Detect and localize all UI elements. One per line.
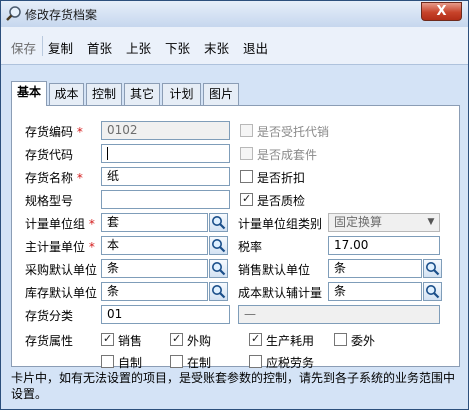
inventory-edit-window: 修改存货档案 X 保存 复制 首张 上张 下张 末张 退出 基本 成本 控制 其… xyxy=(0,0,469,410)
attr-service-checkbox[interactable] xyxy=(249,355,262,368)
inventory-class-label: 存货分类 xyxy=(25,309,74,323)
inventory-code-label: 存货编码 * xyxy=(25,125,83,139)
inventory-name-label: 存货名称 * xyxy=(25,171,83,185)
purchase-uom-field[interactable]: 条 xyxy=(101,259,208,278)
class-name-field: — xyxy=(238,305,440,324)
consign-checkbox[interactable] xyxy=(240,124,253,137)
kit-label: 是否成套件 xyxy=(257,148,318,162)
uom-group-lookup-button[interactable] xyxy=(209,213,228,232)
first-button[interactable]: 首张 xyxy=(87,38,112,57)
attr-production-checkbox[interactable] xyxy=(249,332,262,346)
chevron-down-icon: ▼ xyxy=(427,217,435,227)
attr-self-made-label: 自制 xyxy=(118,356,143,370)
attr-outsource-checkbox[interactable] xyxy=(334,333,347,346)
search-icon xyxy=(212,216,226,230)
quality-label: 是否质检 xyxy=(257,194,306,208)
toolbar-divider xyxy=(42,36,43,56)
attr-purchase-checkbox[interactable] xyxy=(170,332,183,346)
attr-sale-checkbox[interactable] xyxy=(101,332,114,346)
search-icon xyxy=(212,239,226,253)
stock-uom-lookup-button[interactable] xyxy=(209,282,228,301)
uom-group-type-label: 计量单位组类别 xyxy=(238,217,323,231)
attr-in-process-label: 在制 xyxy=(187,356,212,370)
attr-production-label: 生产耗用 xyxy=(266,334,315,348)
cost-aux-uom-lookup-button[interactable] xyxy=(423,282,442,301)
kit-checkbox[interactable] xyxy=(240,147,253,160)
main-uom-lookup-button[interactable] xyxy=(209,236,228,255)
tab-other[interactable]: 其它 xyxy=(124,83,160,105)
uom-group-type-select[interactable]: 固定换算 ▼ xyxy=(328,213,440,232)
sales-uom-field[interactable]: 条 xyxy=(328,259,422,278)
title-bar[interactable]: 修改存货档案 X xyxy=(1,1,468,27)
attr-service-label: 应税劳务 xyxy=(266,356,315,370)
purchase-uom-lookup-button[interactable] xyxy=(209,259,228,278)
basic-tab-panel: 存货编码 * 存货代码 存货名称 * 规格型号 计量单位组 * 主计量单位 * … xyxy=(11,105,460,370)
exit-button[interactable]: 退出 xyxy=(243,38,268,57)
sales-uom-label: 销售默认单位 xyxy=(238,263,311,277)
discount-label: 是否折扣 xyxy=(257,171,306,185)
main-uom-field[interactable]: 本 xyxy=(101,236,208,255)
spec-model-field[interactable] xyxy=(101,190,230,209)
toolbar: 保存 复制 首张 上张 下张 末张 退出 xyxy=(1,27,468,65)
inventory-attr-label: 存货属性 xyxy=(25,334,74,348)
inventory-abbr-field[interactable] xyxy=(101,144,230,163)
prev-button[interactable]: 上张 xyxy=(126,38,151,57)
close-button[interactable]: X xyxy=(421,2,462,21)
quality-checkbox[interactable] xyxy=(240,192,253,206)
attr-purchase-label: 外购 xyxy=(187,334,212,348)
uom-group-label: 计量单位组 * xyxy=(25,217,95,231)
cost-aux-uom-label: 成本默认辅计量 xyxy=(238,286,323,300)
next-button[interactable]: 下张 xyxy=(165,38,190,57)
inventory-class-field[interactable]: 01 xyxy=(101,305,230,324)
content-area: 基本 成本 控制 其它 计划 图片 存货编码 * 存货代码 存货名称 * 规格型… xyxy=(1,65,468,409)
text-caret xyxy=(107,147,108,160)
consign-label: 是否受托代销 xyxy=(257,125,330,139)
window-title: 修改存货档案 xyxy=(25,8,98,22)
search-icon xyxy=(212,262,226,276)
stock-uom-label: 库存默认单位 xyxy=(25,286,98,300)
tax-rate-field[interactable]: 17.00 xyxy=(328,236,440,255)
attr-sale-label: 销售 xyxy=(118,334,143,348)
tab-picture[interactable]: 图片 xyxy=(203,83,239,105)
footer-note: 卡片中，如有无法设置的项目，是受账套参数的控制，请先到各子系统的业务范围中设置。 xyxy=(11,371,456,401)
tab-basic[interactable]: 基本 xyxy=(11,81,47,106)
search-icon xyxy=(426,262,440,276)
sales-uom-lookup-button[interactable] xyxy=(423,259,442,278)
search-icon xyxy=(426,285,440,299)
uom-group-field[interactable]: 套 xyxy=(101,213,208,232)
tab-plan[interactable]: 计划 xyxy=(162,83,201,105)
cost-aux-uom-field[interactable]: 条 xyxy=(328,282,422,301)
magnifier-app-icon xyxy=(6,6,21,21)
search-icon xyxy=(212,285,226,299)
spec-model-label: 规格型号 xyxy=(25,194,74,208)
attr-outsource-label: 委外 xyxy=(351,334,376,348)
tab-cost[interactable]: 成本 xyxy=(49,83,84,105)
uom-group-type-value: 固定换算 xyxy=(334,215,383,229)
purchase-uom-label: 采购默认单位 xyxy=(25,263,98,277)
tab-control[interactable]: 控制 xyxy=(86,83,122,105)
discount-checkbox[interactable] xyxy=(240,170,253,183)
save-button[interactable]: 保存 xyxy=(11,38,36,57)
last-button[interactable]: 末张 xyxy=(204,38,229,57)
copy-button[interactable]: 复制 xyxy=(48,38,73,57)
main-uom-label: 主计量单位 * xyxy=(25,240,95,254)
stock-uom-field[interactable]: 条 xyxy=(101,282,208,301)
inventory-name-field[interactable]: 纸 xyxy=(101,167,230,186)
inventory-abbr-label: 存货代码 xyxy=(25,148,74,162)
tax-rate-label: 税率 xyxy=(238,240,263,254)
attr-self-made-checkbox[interactable] xyxy=(101,355,114,368)
attr-in-process-checkbox[interactable] xyxy=(170,355,183,368)
inventory-code-field[interactable]: 0102 xyxy=(101,121,230,140)
